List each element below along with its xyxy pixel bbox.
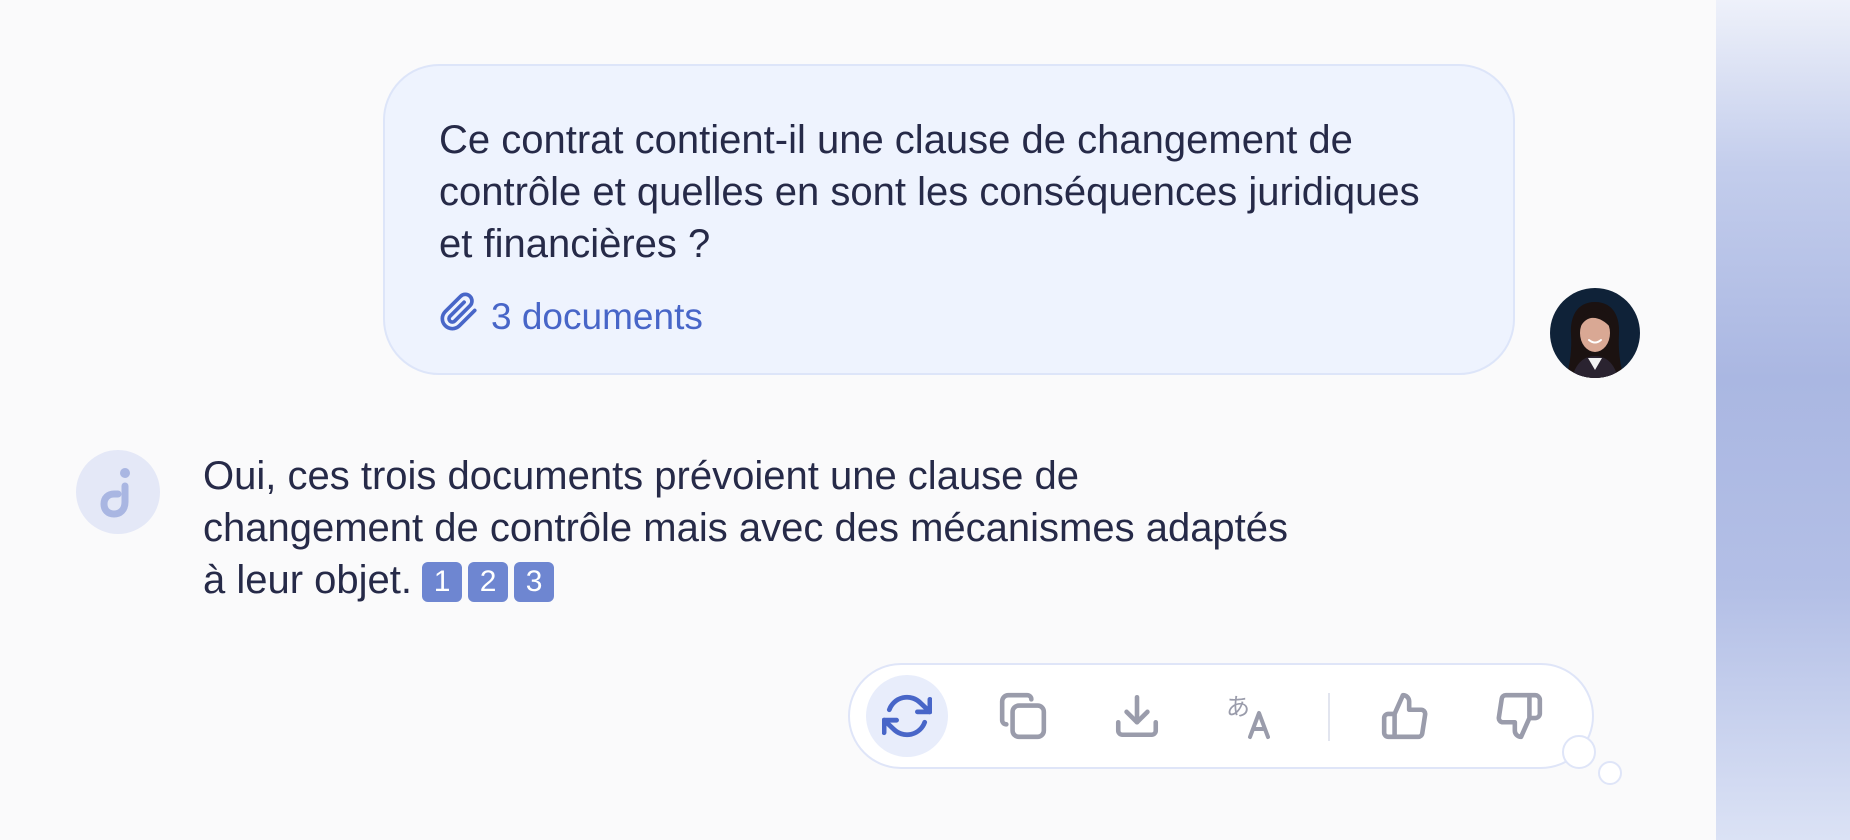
citation-badge[interactable]: 2 <box>468 562 509 602</box>
toolbar-tail-bubble <box>1562 735 1596 769</box>
message-actions-toolbar: あ <box>848 663 1594 769</box>
copy-button[interactable] <box>982 675 1064 757</box>
toolbar-divider <box>1328 693 1330 741</box>
svg-text:あ: あ <box>1226 693 1250 721</box>
download-button[interactable] <box>1096 675 1178 757</box>
citation-badge[interactable]: 3 <box>514 562 555 602</box>
user-message-text: Ce contrat contient-il une clause de cha… <box>439 118 1420 266</box>
assistant-message-text: Oui, ces trois documents prévoient une c… <box>203 454 1289 602</box>
paperclip-icon <box>439 292 491 341</box>
toolbar-tail-bubble <box>1598 761 1622 785</box>
side-panel <box>1716 0 1850 840</box>
assistant-avatar <box>76 450 160 534</box>
thumbs-down-button[interactable] <box>1478 675 1560 757</box>
attachments-link[interactable]: 3 documents <box>439 292 1459 341</box>
user-avatar <box>1550 288 1640 378</box>
translate-button[interactable]: あ <box>1210 675 1292 757</box>
regenerate-button[interactable] <box>866 675 948 757</box>
citation-badge[interactable]: 1 <box>422 562 463 602</box>
thumbs-up-button[interactable] <box>1364 675 1446 757</box>
user-message-bubble: Ce contrat contient-il une clause de cha… <box>383 64 1515 375</box>
attachments-label: 3 documents <box>491 295 703 337</box>
assistant-message: Oui, ces trois documents prévoient une c… <box>203 450 1303 606</box>
